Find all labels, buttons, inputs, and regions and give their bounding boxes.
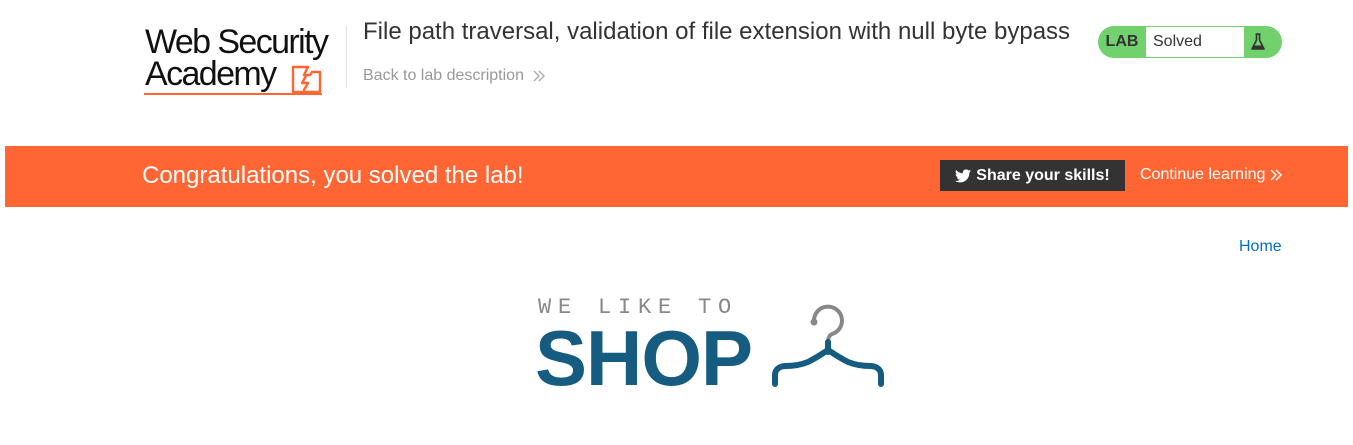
lab-status-value: Solved (1146, 27, 1244, 57)
continue-learning-link[interactable]: Continue learning (1140, 165, 1283, 185)
congratulations-message: Congratulations, you solved the lab! (142, 162, 524, 189)
web-security-academy-logo[interactable]: Web Security Academy (144, 24, 344, 96)
double-chevron-right-icon (533, 70, 545, 82)
lab-header: Web Security Academy File path traversal… (0, 0, 1353, 146)
back-link-label: Back to lab description (363, 67, 524, 84)
logo-line2: Academy (145, 55, 277, 93)
shop-word: SHOP (535, 314, 753, 402)
we-like-to-shop-logo: WE LIKE TO SHOP (535, 296, 895, 402)
academy-mark-icon (291, 65, 322, 94)
home-link[interactable]: Home (1239, 237, 1282, 257)
header-divider (346, 26, 347, 88)
double-chevron-right-icon (1270, 169, 1283, 181)
twitter-icon (955, 168, 972, 182)
hanger-icon (772, 304, 884, 387)
lab-title: File path traversal, validation of file … (363, 18, 1071, 45)
lab-status-widget: LAB Solved (1098, 26, 1282, 58)
share-your-skills-button[interactable]: Share your skills! (940, 160, 1125, 191)
lab-status-label: LAB (1105, 33, 1139, 50)
share-button-label: Share your skills! (976, 166, 1110, 184)
back-to-lab-description-link[interactable]: Back to lab description (363, 66, 546, 86)
flask-icon (1251, 33, 1265, 50)
continue-learning-label: Continue learning (1140, 166, 1266, 183)
solved-banner: Congratulations, you solved the lab! Sha… (5, 146, 1348, 207)
